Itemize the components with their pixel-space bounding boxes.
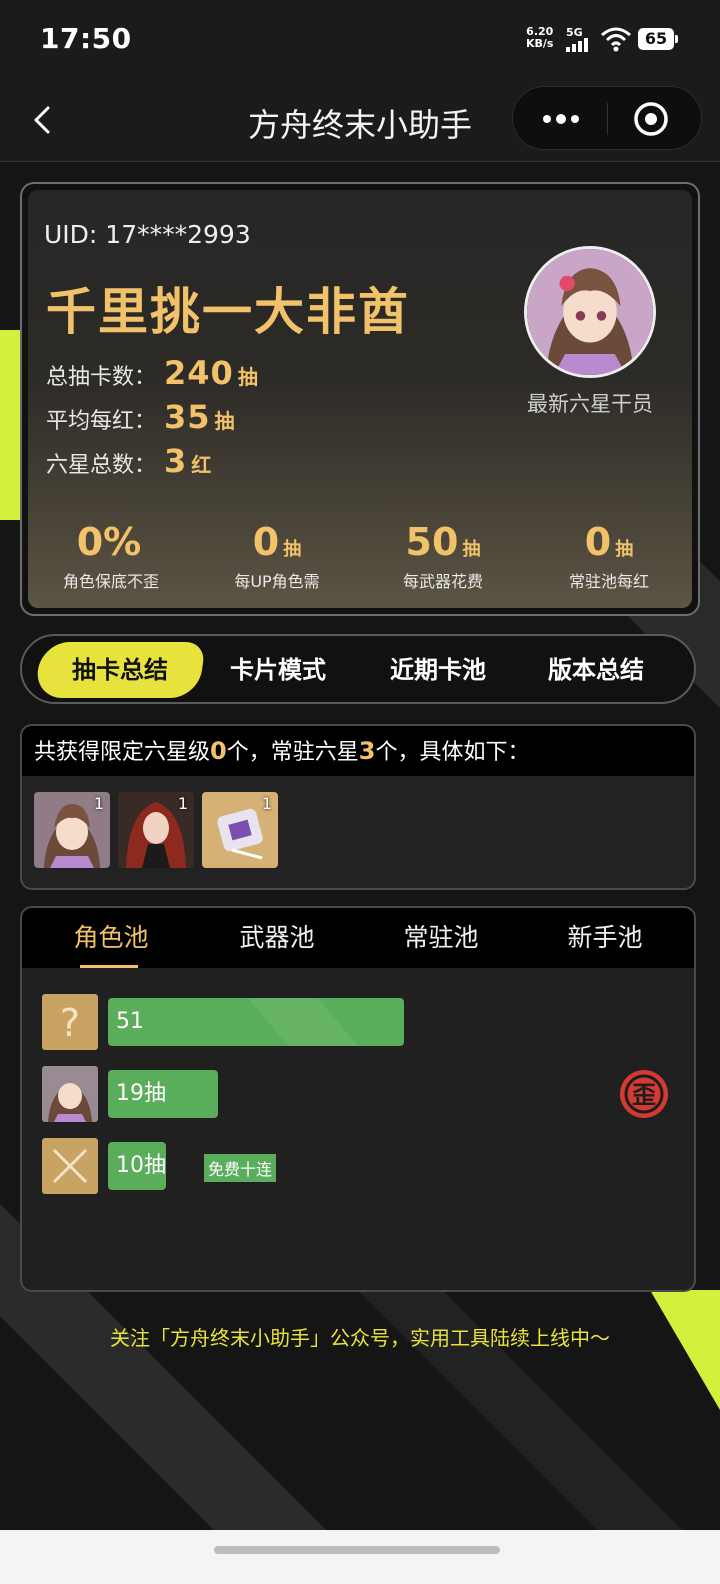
main-tabs: 抽卡总结 卡片模式 近期卡池 版本总结 — [20, 634, 696, 704]
summary-header: 共获得限定六星级0个，常驻六星3个，具体如下： — [22, 726, 694, 776]
stat-value: 3 — [164, 442, 188, 480]
latest-six-star-avatar[interactable] — [524, 246, 656, 378]
tab-version-summary[interactable]: 版本总结 — [516, 642, 676, 698]
mini-stat-unit: 抽 — [462, 539, 481, 560]
limited-count: 0 — [210, 737, 227, 765]
stat-value: 240 — [164, 354, 234, 392]
weapon-count: 1 — [261, 794, 272, 813]
stat-label: 总抽卡数： — [46, 365, 157, 390]
nav-bar: 方舟终末小助手 — [0, 80, 720, 162]
rank-title: 千里挑一大非酋 — [46, 283, 410, 341]
signal-icon — [566, 38, 590, 52]
tab-label: 抽卡总结 — [72, 656, 168, 684]
lime-accent-left — [0, 330, 20, 520]
stat-label: 平均每红： — [46, 409, 157, 434]
pull-bar: 51 — [108, 998, 404, 1046]
cross-icon — [42, 1138, 98, 1194]
tab-beginner-pool[interactable]: 新手池 — [522, 908, 688, 968]
mini-stat-label: 角色保底不歪 — [62, 572, 159, 591]
miniapp-capsule — [512, 86, 702, 150]
tab-standard-pool[interactable]: 常驻池 — [358, 908, 524, 968]
six-star-summary-card: 共获得限定六星级0个，常驻六星3个，具体如下： 1 1 1 — [20, 724, 696, 890]
pull-row: 19抽 — [42, 1066, 642, 1122]
operator-count: 1 — [177, 794, 188, 813]
mini-stat-per-weapon: 50 抽 每武器花费 — [360, 520, 526, 592]
pull-bar: 19抽 — [108, 1070, 219, 1118]
mini-stat-label: 每UP角色需 — [234, 572, 320, 591]
summary-text: 个，常驻六星 — [226, 740, 359, 765]
mini-stat-value: 0 — [252, 520, 280, 564]
battery-indicator: 65 — [638, 28, 678, 50]
mini-stat-label: 每武器花费 — [402, 572, 483, 591]
operator-list: 1 1 1 — [34, 792, 278, 868]
stat-unit: 红 — [191, 453, 212, 477]
svg-text:?: ? — [60, 1001, 80, 1045]
mini-stat-label: 常驻池每红 — [568, 572, 649, 591]
network-speed: 6.20 KB/s — [526, 26, 553, 50]
wifi-icon — [601, 27, 631, 52]
mini-stats: 0% 角色保底不歪 0抽 每UP角色需 50 抽 每武器花费 0抽 常驻池每红 — [28, 520, 692, 592]
mini-stat-unit: 抽 — [283, 539, 302, 560]
pool-tabs: 角色池 武器池 常驻池 新手池 — [22, 908, 694, 968]
capsule-divider — [607, 103, 608, 135]
status-bar: 17:50 6.20 KB/s 5G 65 — [0, 0, 720, 80]
pull-label: 51 — [116, 1009, 144, 1034]
stat-unit: 抽 — [237, 365, 258, 389]
stat-unit: 抽 — [214, 409, 235, 433]
summary-text: 共获得限定六星级 — [34, 740, 211, 765]
tab-weapon-pool[interactable]: 武器池 — [194, 908, 360, 968]
operator-portrait — [42, 1066, 98, 1122]
tab-pull-summary[interactable]: 抽卡总结 — [34, 642, 206, 698]
stat-value: 35 — [164, 398, 211, 436]
footer-notice: 关注「方舟终末小助手」公众号，实用工具陆续上线中～ — [110, 1326, 610, 1350]
mini-stat-value: 0 — [584, 520, 612, 564]
avatar-caption: 最新六星干员 — [527, 392, 653, 416]
mini-stat-per-up: 0抽 每UP角色需 — [194, 520, 360, 592]
free-pull-tag: 免费十连 — [204, 1154, 277, 1182]
user-uid: UID: 17****2993 — [44, 220, 251, 249]
mini-stat-guarantee: 0% 角色保底不歪 — [28, 520, 194, 592]
tab-character-pool[interactable]: 角色池 — [28, 908, 194, 968]
question-icon: ? — [42, 994, 98, 1050]
status-time: 17:50 — [40, 22, 132, 55]
home-indicator[interactable] — [214, 1546, 500, 1554]
profile-card: UID: 17****2993 千里挑一大非酋 总抽卡数： 240 抽 平均每红： 3… — [20, 182, 700, 616]
mini-stat-unit: 抽 — [615, 539, 634, 560]
bar-shine — [247, 998, 359, 1046]
tab-recent-pools[interactable]: 近期卡池 — [358, 642, 518, 698]
mini-stat-standard-pool: 0抽 常驻池每红 — [526, 520, 692, 592]
pool-card: 角色池 武器池 常驻池 新手池 ? 51 19抽 歪 10抽 免费十连 — [20, 906, 696, 1292]
operator-count: 1 — [93, 794, 104, 813]
standard-count: 3 — [358, 737, 376, 765]
weapon-card[interactable]: 1 — [202, 792, 278, 868]
network-speed-unit: KB/s — [526, 37, 554, 50]
operator-portrait — [527, 249, 653, 375]
mini-stat-value: 50 — [405, 520, 459, 564]
system-bottom-area — [0, 1530, 720, 1584]
mini-stat-value: 0% — [76, 520, 142, 564]
operator-card[interactable]: 1 — [34, 792, 110, 868]
pull-label: 10抽 — [116, 1153, 166, 1178]
more-icon[interactable] — [539, 109, 583, 129]
summary-text: 个，具体如下： — [375, 740, 530, 765]
stat-total-pulls: 总抽卡数： 240 抽 — [46, 354, 258, 392]
stat-average-per-six-star: 平均每红： 35 抽 — [46, 398, 235, 436]
stat-six-star-total: 六星总数： 3 红 — [46, 442, 211, 480]
pull-row: ? 51 — [42, 994, 642, 1050]
stat-label: 六星总数： — [46, 453, 157, 478]
off-banner-badge: 歪 — [620, 1070, 668, 1118]
pull-row: 10抽 免费十连 — [42, 1138, 642, 1194]
pull-label: 19抽 — [116, 1081, 166, 1106]
close-miniapp-icon[interactable] — [633, 101, 669, 137]
tab-card-mode[interactable]: 卡片模式 — [198, 642, 358, 698]
svg-text:歪: 歪 — [632, 1081, 656, 1109]
pull-bar: 10抽 — [108, 1142, 166, 1190]
operator-card[interactable]: 1 — [118, 792, 194, 868]
